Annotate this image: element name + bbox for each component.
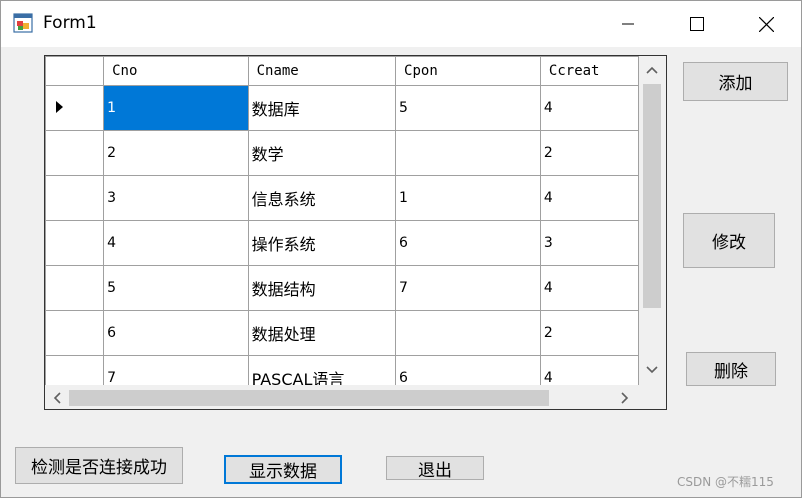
scroll-left-icon[interactable]: [53, 392, 61, 404]
cell-cno[interactable]: 2: [103, 130, 249, 176]
cell-cname[interactable]: 操作系统: [247, 220, 397, 266]
cell-cname[interactable]: 数据处理: [247, 310, 397, 356]
cell-cpon[interactable]: 1: [395, 175, 541, 221]
close-icon: [758, 16, 774, 32]
horizontal-scroll-thumb[interactable]: [69, 390, 549, 406]
table-row[interactable]: 2 数学 2: [45, 130, 639, 176]
row-header[interactable]: [45, 85, 105, 131]
add-button[interactable]: 添加: [683, 62, 788, 101]
cell-cpon[interactable]: 5: [395, 85, 541, 131]
column-header-cno[interactable]: Cno: [103, 56, 249, 86]
cell-ccreat[interactable]: 2: [539, 130, 639, 176]
row-header[interactable]: [45, 130, 105, 176]
row-header[interactable]: [45, 265, 105, 311]
cell-cno[interactable]: 3: [103, 175, 249, 221]
close-button[interactable]: [743, 1, 789, 47]
data-table: Cno Cname Cpon Ccreat 1 数据库 5 4 2 数学 2 3…: [45, 56, 639, 385]
scroll-up-icon[interactable]: [646, 66, 658, 74]
row-header[interactable]: [45, 220, 105, 266]
corner-header-cell[interactable]: [45, 56, 105, 86]
check-connection-button[interactable]: 检测是否连接成功: [15, 447, 183, 484]
table-row[interactable]: 7 PASCAL语言 6 4: [45, 355, 639, 385]
modify-button[interactable]: 修改: [683, 213, 775, 268]
column-header-ccreat[interactable]: Ccreat: [539, 56, 639, 86]
table-row[interactable]: 3 信息系统 1 4: [45, 175, 639, 221]
cell-cno[interactable]: 5: [103, 265, 249, 311]
vertical-scrollbar[interactable]: [639, 56, 666, 385]
title-bar[interactable]: Form1: [1, 1, 801, 47]
cell-ccreat[interactable]: 3: [539, 220, 639, 266]
column-header-cpon[interactable]: Cpon: [395, 56, 541, 86]
table-row[interactable]: 6 数据处理 2: [45, 310, 639, 356]
cell-ccreat[interactable]: 4: [539, 85, 639, 131]
scroll-right-icon[interactable]: [621, 392, 629, 404]
row-header[interactable]: [45, 355, 105, 385]
vertical-scroll-thumb[interactable]: [643, 84, 661, 308]
header-row: Cno Cname Cpon Ccreat: [45, 56, 639, 86]
cell-cpon[interactable]: 7: [395, 265, 541, 311]
exit-button[interactable]: 退出: [386, 456, 484, 481]
cell-ccreat[interactable]: 4: [539, 265, 639, 311]
cell-cname[interactable]: 数据结构: [247, 265, 397, 311]
scrollbar-corner: [639, 385, 666, 409]
minimize-icon: [622, 23, 634, 25]
minimize-button[interactable]: [605, 1, 651, 47]
table-row[interactable]: 4 操作系统 6 3: [45, 220, 639, 266]
cell-cno[interactable]: 1: [103, 85, 249, 131]
form1-window: Form1 Cno Cname Cpon Ccreat 1 数据库 5 4 2 …: [0, 0, 802, 498]
maximize-icon: [690, 17, 704, 31]
cell-cno[interactable]: 7: [103, 355, 249, 385]
row-header[interactable]: [45, 310, 105, 356]
cell-cpon[interactable]: [395, 310, 541, 356]
cell-cpon[interactable]: 6: [395, 220, 541, 266]
data-grid-view[interactable]: Cno Cname Cpon Ccreat 1 数据库 5 4 2 数学 2 3…: [44, 55, 667, 410]
cell-cno[interactable]: 4: [103, 220, 249, 266]
horizontal-scrollbar[interactable]: [45, 385, 639, 409]
cell-ccreat[interactable]: 2: [539, 310, 639, 356]
table-row[interactable]: 1 数据库 5 4: [45, 85, 639, 131]
cell-cname[interactable]: 数据库: [247, 85, 397, 131]
watermark: CSDN @不糯115: [677, 475, 774, 489]
cell-cname[interactable]: PASCAL语言: [247, 355, 397, 385]
cell-cpon[interactable]: [395, 130, 541, 176]
cell-cno[interactable]: 6: [103, 310, 249, 356]
column-header-cname[interactable]: Cname: [247, 56, 397, 86]
app-form-icon: [13, 13, 33, 33]
window-title: Form1: [43, 13, 97, 33]
delete-button[interactable]: 删除: [686, 352, 776, 386]
table-row[interactable]: 5 数据结构 7 4: [45, 265, 639, 311]
cell-cpon[interactable]: 6: [395, 355, 541, 385]
grid-viewport: Cno Cname Cpon Ccreat 1 数据库 5 4 2 数学 2 3…: [45, 56, 639, 385]
maximize-button[interactable]: [674, 1, 720, 47]
cell-ccreat[interactable]: 4: [539, 355, 639, 385]
current-row-arrow-icon: [56, 101, 63, 113]
show-data-button[interactable]: 显示数据: [224, 455, 342, 484]
cell-ccreat[interactable]: 4: [539, 175, 639, 221]
scroll-down-icon[interactable]: [646, 366, 658, 374]
cell-cname[interactable]: 数学: [247, 130, 397, 176]
row-header[interactable]: [45, 175, 105, 221]
cell-cname[interactable]: 信息系统: [247, 175, 397, 221]
